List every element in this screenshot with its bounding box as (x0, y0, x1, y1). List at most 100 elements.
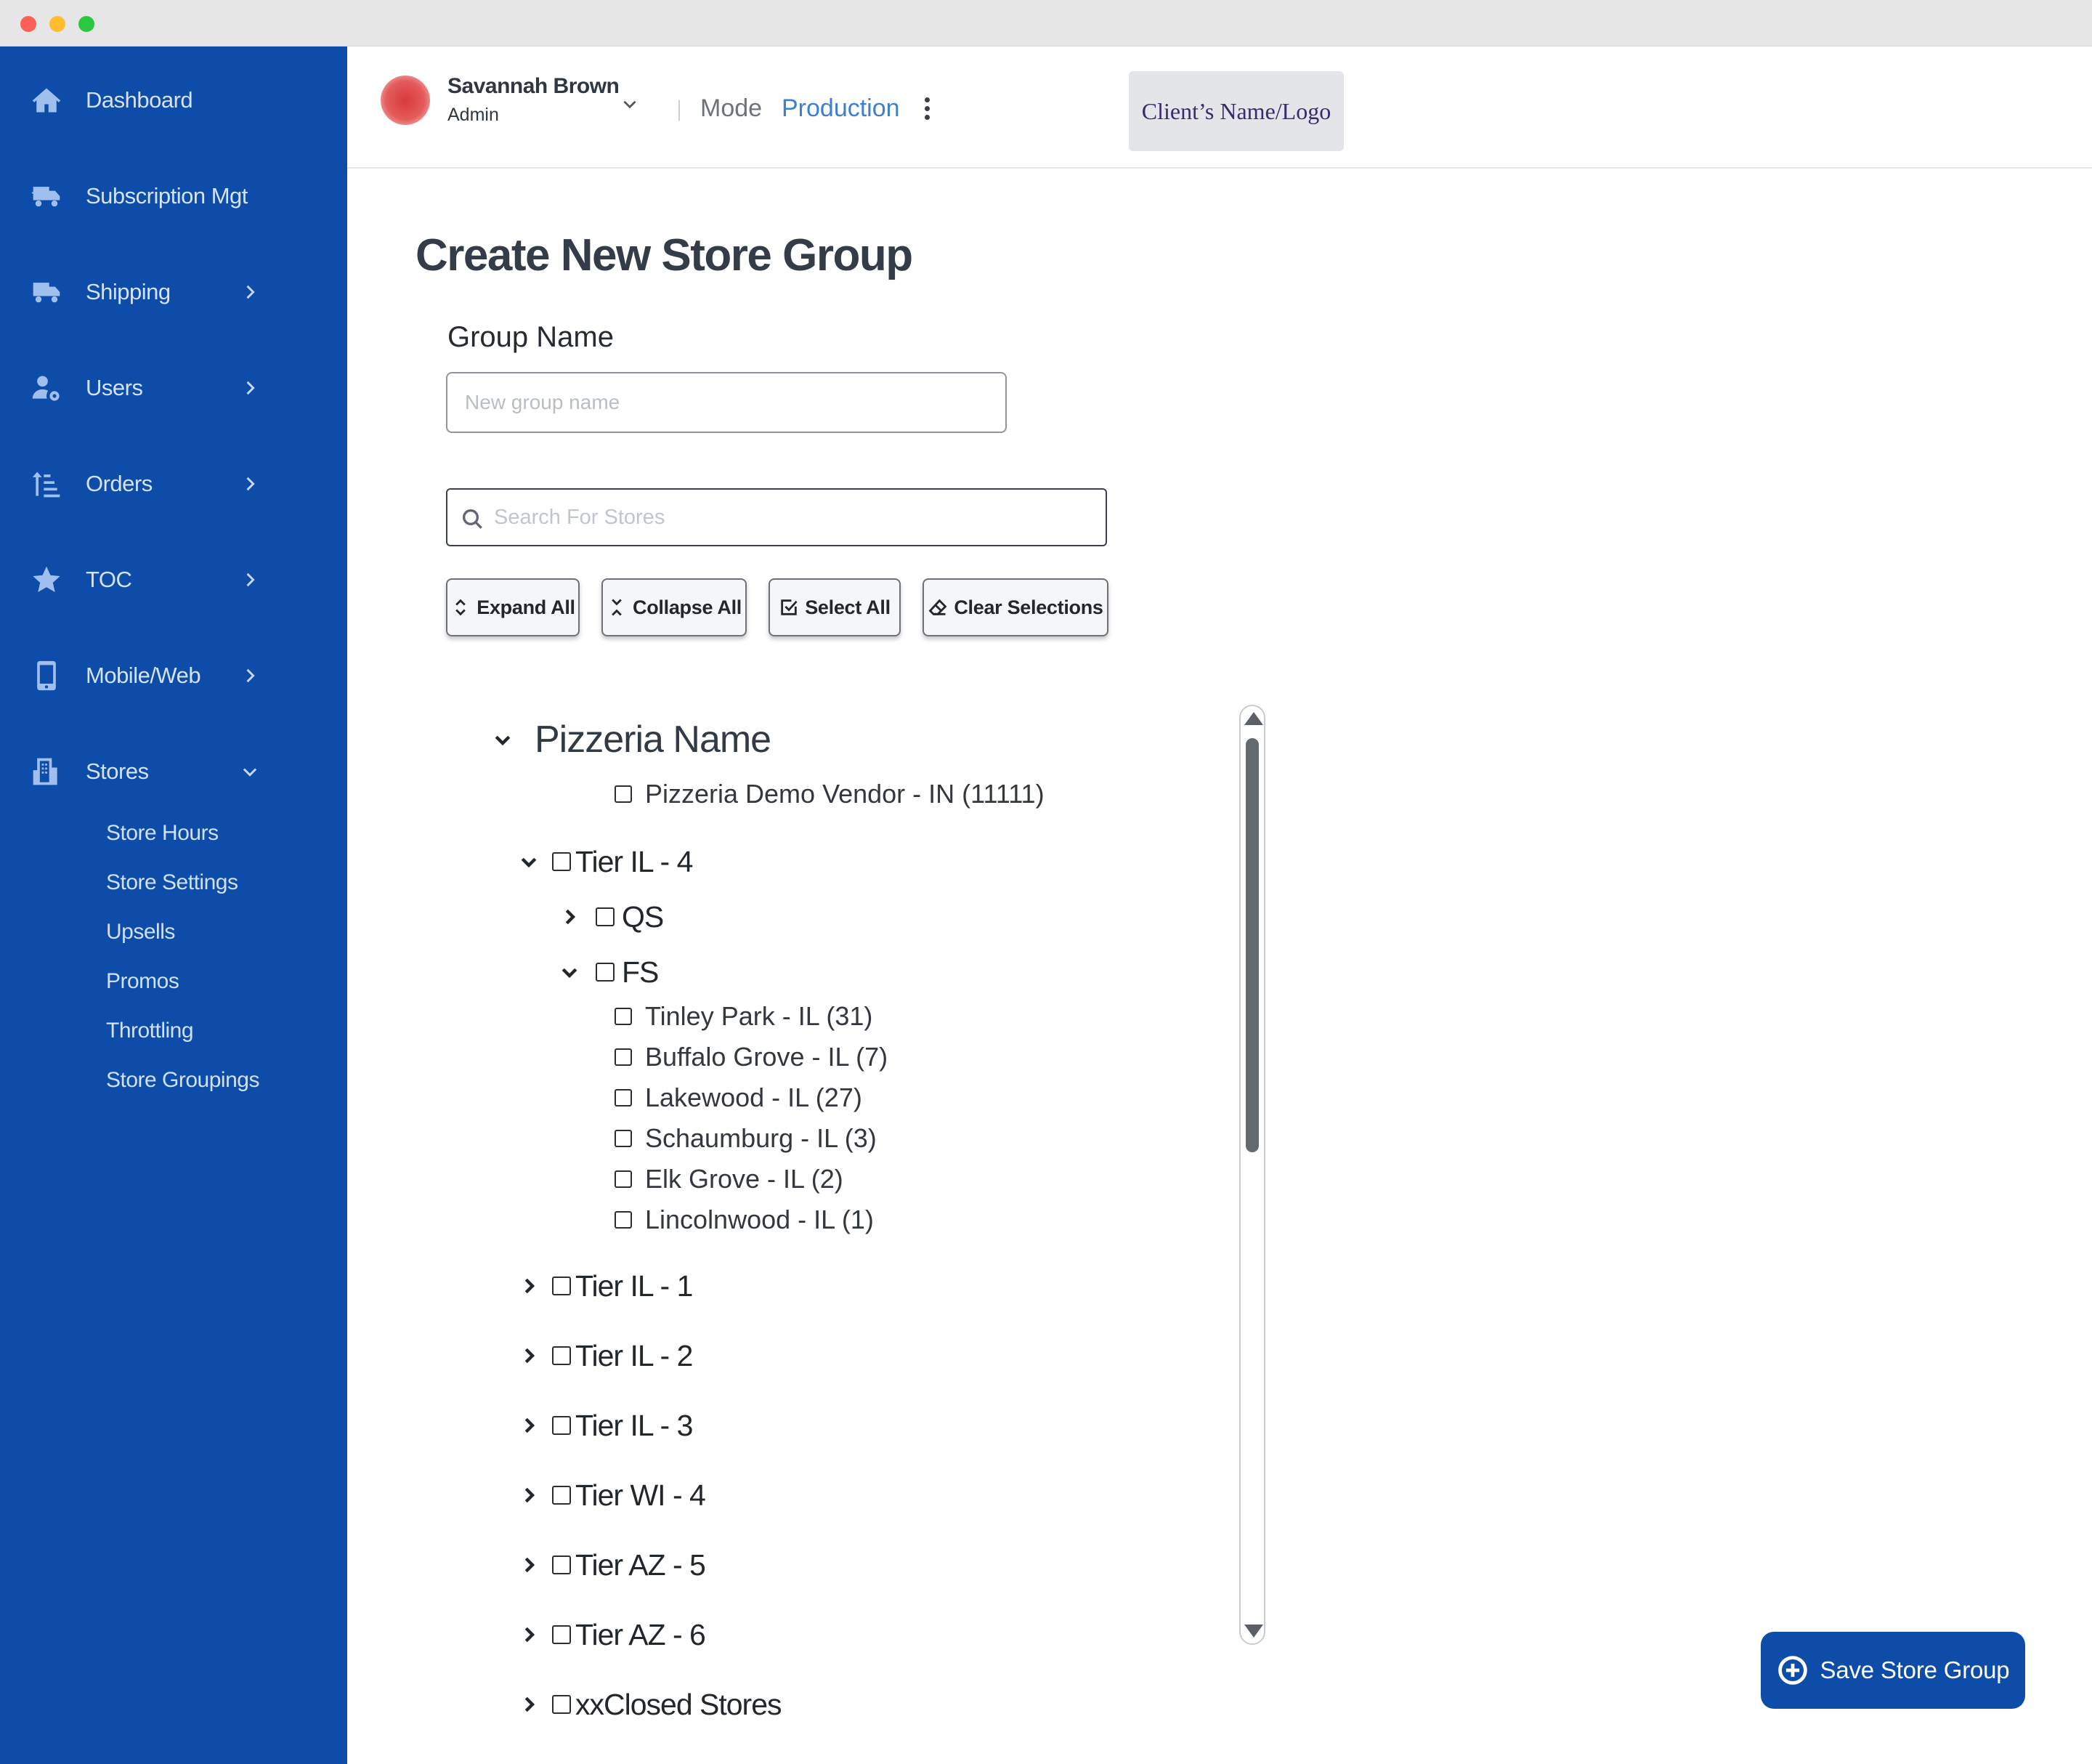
sidebar-item-label: TOC (86, 567, 132, 592)
checkbox[interactable] (552, 1555, 571, 1574)
checkbox[interactable] (596, 907, 615, 926)
tree-node-label: Tier AZ - 6 (575, 1617, 706, 1651)
avatar[interactable] (381, 76, 430, 125)
users-gear-icon (29, 371, 64, 405)
sidebar-subitem-throttling[interactable]: Throttling (106, 1019, 194, 1043)
tree-node-root: Pizzeria Name (490, 711, 771, 769)
tree-node-closed-stores: xxClosed Stores (516, 1683, 782, 1726)
checkbox[interactable] (552, 1625, 571, 1644)
sidebar-item-orders[interactable]: Orders (0, 455, 347, 513)
save-store-group-button[interactable]: Save Store Group (1761, 1632, 2025, 1709)
store-search-input[interactable] (494, 495, 1090, 539)
tree-node-tier-az-6: Tier AZ - 6 (516, 1613, 706, 1656)
chevron-right-icon[interactable] (516, 1412, 542, 1439)
select-all-button[interactable]: Select All (769, 578, 901, 636)
tree-leaf-store[interactable]: Schaumburg - IL (3) (615, 1120, 877, 1157)
checkbox[interactable] (552, 852, 571, 871)
clear-selections-label: Clear Selections (954, 596, 1103, 618)
chevron-down-icon (240, 761, 260, 782)
client-logo: Client’s Name/Logo (1129, 71, 1344, 151)
checkbox[interactable] (552, 1416, 571, 1435)
sidebar-subitem-store-groupings[interactable]: Store Groupings (106, 1068, 259, 1093)
chevron-right-icon[interactable] (516, 1482, 542, 1508)
tree-leaf-store[interactable]: Buffalo Grove - IL (7) (615, 1039, 888, 1075)
tree-leaf-store[interactable]: Tinley Park - IL (31) (615, 998, 872, 1035)
save-store-group-label: Save Store Group (1820, 1656, 2010, 1683)
sidebar-subitem-promos[interactable]: Promos (106, 969, 179, 994)
sidebar: Dashboard Subscription Mgt Shipping User… (0, 46, 347, 1764)
sidebar-item-subscription-mgt[interactable]: Subscription Mgt (0, 167, 347, 225)
sidebar-item-dashboard[interactable]: Dashboard (0, 71, 347, 129)
chevron-down-icon[interactable] (556, 959, 583, 985)
chevron-down-icon[interactable] (620, 94, 639, 113)
sidebar-item-toc[interactable]: TOC (0, 551, 347, 609)
sidebar-item-shipping[interactable]: Shipping (0, 263, 347, 321)
building-icon (29, 754, 64, 789)
tree-leaf-label: Tinley Park - IL (31) (645, 1001, 873, 1031)
top-header: Savannah Brown Admin Mode Production Cli… (347, 46, 2092, 169)
window-minimize-button[interactable] (49, 16, 65, 32)
group-name-label: Group Name (447, 321, 614, 353)
clear-selections-button[interactable]: Clear Selections (923, 578, 1108, 636)
checkbox[interactable] (615, 1008, 632, 1025)
mode-label: Mode (700, 94, 763, 122)
collapse-all-button[interactable]: Collapse All (601, 578, 747, 636)
sidebar-subitem-store-settings[interactable]: Store Settings (106, 870, 238, 895)
checkbox[interactable] (552, 1486, 571, 1505)
chevron-right-icon (240, 378, 260, 398)
chevron-right-icon[interactable] (556, 904, 583, 930)
expand-vertical-icon (450, 597, 471, 618)
expand-all-label: Expand All (477, 596, 575, 618)
scroll-thumb[interactable] (1246, 738, 1259, 1152)
chevron-right-icon[interactable] (516, 1343, 542, 1369)
sidebar-item-mobile-web[interactable]: Mobile/Web (0, 647, 347, 705)
chevron-right-icon (240, 282, 260, 302)
chevron-right-icon (240, 570, 260, 590)
mode-value[interactable]: Production (782, 94, 900, 123)
scroll-down-arrow-icon[interactable] (1244, 1625, 1263, 1638)
checkbox[interactable] (615, 1048, 632, 1066)
sidebar-subitem-store-hours[interactable]: Store Hours (106, 821, 219, 846)
tree-scrollbar[interactable] (1239, 705, 1265, 1645)
chevron-right-icon (240, 474, 260, 494)
scroll-up-arrow-icon[interactable] (1244, 712, 1263, 725)
group-name-input[interactable] (446, 372, 1007, 433)
checkbox[interactable] (552, 1695, 571, 1714)
window-close-button[interactable] (20, 16, 36, 32)
more-options-icon[interactable] (923, 97, 931, 124)
sidebar-item-stores[interactable]: Stores (0, 743, 347, 801)
checkbox[interactable] (615, 1130, 632, 1147)
sidebar-item-users[interactable]: Users (0, 359, 347, 417)
checkbox[interactable] (615, 785, 632, 803)
checkbox[interactable] (615, 1170, 632, 1188)
tree-node-tier-il-3: Tier IL - 3 (516, 1404, 693, 1447)
tree-leaf-store[interactable]: Elk Grove - IL (2) (615, 1161, 843, 1197)
chevron-down-icon[interactable] (490, 727, 516, 753)
window-zoom-button[interactable] (78, 16, 94, 32)
tree-leaf-vendor[interactable]: Pizzeria Demo Vendor - IN (11111) (615, 776, 1045, 812)
chevron-right-icon[interactable] (516, 1273, 542, 1299)
sidebar-item-label: Mobile/Web (86, 663, 201, 688)
tree-leaf-label: Pizzeria Demo Vendor - IN (11111) (645, 779, 1045, 809)
sidebar-item-label: Stores (86, 758, 149, 784)
star-icon (29, 562, 64, 597)
chevron-right-icon[interactable] (516, 1622, 542, 1648)
tree-node-tier-wi-4: Tier WI - 4 (516, 1473, 706, 1517)
chevron-right-icon[interactable] (516, 1691, 542, 1718)
chevron-right-icon[interactable] (516, 1552, 542, 1578)
mobile-icon (29, 658, 64, 693)
chevron-down-icon[interactable] (516, 849, 542, 875)
collapse-vertical-icon (607, 597, 627, 618)
checkbox[interactable] (615, 1089, 632, 1106)
tree-leaf-store[interactable]: Lakewood - IL (27) (615, 1080, 862, 1116)
client-logo-text: Client’s Name/Logo (1141, 97, 1331, 124)
checkbox[interactable] (615, 1211, 632, 1229)
sidebar-item-label: Subscription Mgt (86, 183, 248, 209)
tree-leaf-store[interactable]: Lincolnwood - IL (1) (615, 1202, 874, 1238)
checkbox[interactable] (552, 1346, 571, 1365)
checkbox[interactable] (552, 1277, 571, 1295)
tree-node-tier-il-2: Tier IL - 2 (516, 1334, 693, 1377)
expand-all-button[interactable]: Expand All (446, 578, 580, 636)
sidebar-subitem-upsells[interactable]: Upsells (106, 920, 175, 944)
checkbox[interactable] (596, 963, 615, 982)
